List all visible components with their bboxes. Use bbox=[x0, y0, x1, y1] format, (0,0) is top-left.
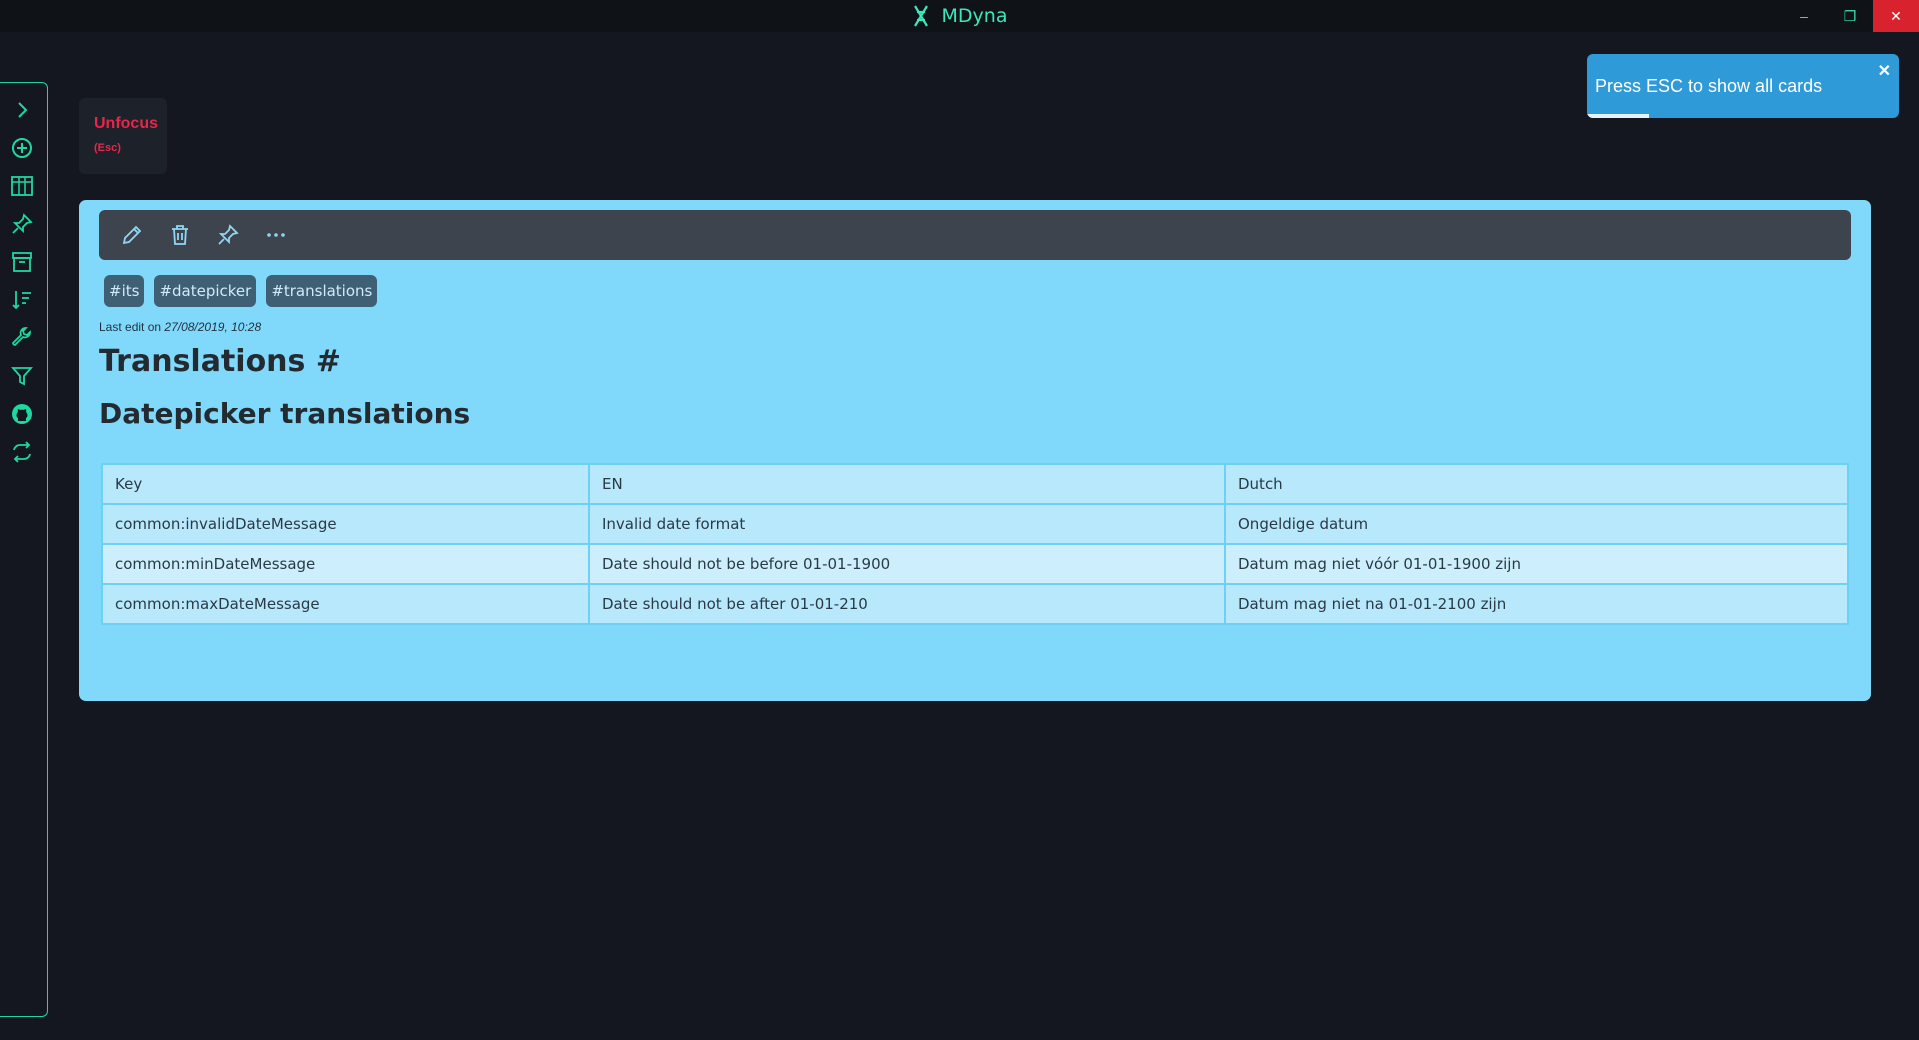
board-button[interactable] bbox=[8, 173, 36, 199]
add-card-button[interactable] bbox=[8, 135, 36, 161]
pin-icon bbox=[218, 224, 239, 245]
tag-list: #its #datepicker #translations bbox=[104, 275, 378, 307]
title-bar: MDyna – ❐ ✕ bbox=[0, 0, 1919, 32]
edit-button[interactable] bbox=[119, 222, 145, 248]
table-cell: common:maxDateMessage bbox=[101, 583, 590, 625]
table-header-row: Key EN Dutch bbox=[101, 463, 1849, 505]
mdyna-logo-icon bbox=[913, 5, 928, 27]
tag-chip[interactable]: #translations bbox=[266, 275, 378, 307]
archive-button[interactable] bbox=[8, 249, 36, 275]
github-icon bbox=[11, 404, 32, 424]
column-header: Key bbox=[101, 463, 590, 505]
close-button[interactable]: ✕ bbox=[1873, 0, 1919, 32]
table-row: common:minDateMessage Date should not be… bbox=[101, 543, 1849, 585]
app-title-group: MDyna bbox=[912, 5, 1008, 27]
tag-chip[interactable]: #its bbox=[104, 275, 145, 307]
archive-icon bbox=[11, 252, 32, 272]
unfocus-button[interactable]: Unfocus (Esc) bbox=[79, 98, 167, 174]
sort-button[interactable] bbox=[8, 287, 36, 313]
more-horizontal-icon bbox=[267, 233, 285, 237]
pinned-button[interactable] bbox=[8, 211, 36, 237]
add-circle-icon bbox=[11, 138, 32, 158]
expand-sidebar-button[interactable] bbox=[8, 97, 36, 123]
filter-icon bbox=[10, 367, 33, 386]
table-cell: Date should not be after 01-01-210 bbox=[588, 583, 1226, 625]
table-cell: Ongeldige datum bbox=[1224, 503, 1849, 545]
trash-icon bbox=[172, 225, 188, 245]
tag-chip[interactable]: #datepicker bbox=[154, 275, 257, 307]
restore-button[interactable]: ❐ bbox=[1827, 0, 1873, 32]
sync-button[interactable] bbox=[8, 439, 36, 465]
toast-notification: Press ESC to show all cards ✕ bbox=[1587, 54, 1899, 118]
toast-progress-bar bbox=[1587, 114, 1650, 118]
card-heading-2: Datepicker translations bbox=[99, 397, 471, 430]
last-edit-info: Last edit on 27/08/2019, 10:28 bbox=[99, 320, 261, 334]
github-button[interactable] bbox=[8, 401, 36, 427]
sort-icon bbox=[11, 291, 31, 310]
card-heading-1: Translations # bbox=[99, 344, 341, 379]
pencil-icon bbox=[122, 225, 142, 245]
sync-icon bbox=[12, 441, 31, 463]
column-header: EN bbox=[588, 463, 1226, 505]
sidebar bbox=[0, 82, 48, 1017]
table-cell: common:invalidDateMessage bbox=[101, 503, 590, 545]
wrench-icon bbox=[11, 327, 31, 346]
table-row: common:invalidDateMessage Invalid date f… bbox=[101, 503, 1849, 545]
unfocus-label: Unfocus bbox=[94, 115, 158, 132]
last-edit-date: 27/08/2019, 10:28 bbox=[164, 320, 262, 334]
window-controls: – ❐ ✕ bbox=[1781, 0, 1919, 32]
toast-close-button[interactable]: ✕ bbox=[1878, 61, 1891, 81]
board-icon bbox=[10, 176, 33, 196]
card-toolbar bbox=[99, 210, 1851, 260]
delete-button[interactable] bbox=[167, 222, 193, 248]
more-options-button[interactable] bbox=[263, 222, 289, 248]
last-edit-prefix: Last edit on bbox=[99, 320, 162, 334]
chevron-right-icon bbox=[17, 102, 27, 118]
table-cell: Date should not be before 01-01-1900 bbox=[588, 543, 1226, 585]
minimize-button[interactable]: – bbox=[1781, 0, 1827, 32]
pin-card-button[interactable] bbox=[215, 222, 241, 248]
table-row: common:maxDateMessage Date should not be… bbox=[101, 583, 1849, 625]
settings-button[interactable] bbox=[8, 325, 36, 351]
note-card: #its #datepicker #translations Last edit… bbox=[79, 200, 1871, 701]
unfocus-shortcut: (Esc) bbox=[94, 142, 121, 154]
translations-table: Key EN Dutch common:invalidDateMessage I… bbox=[101, 463, 1849, 625]
table-cell: Datum mag niet vóór 01-01-1900 zijn bbox=[1224, 543, 1849, 585]
filter-button[interactable] bbox=[8, 363, 36, 389]
table-cell: Invalid date format bbox=[588, 503, 1226, 545]
table-cell: Datum mag niet na 01-01-2100 zijn bbox=[1224, 583, 1849, 625]
app-title: MDyna bbox=[941, 5, 1008, 27]
toast-message: Press ESC to show all cards bbox=[1595, 76, 1823, 96]
table-cell: common:minDateMessage bbox=[101, 543, 590, 585]
column-header: Dutch bbox=[1224, 463, 1849, 505]
pin-icon bbox=[11, 213, 33, 234]
